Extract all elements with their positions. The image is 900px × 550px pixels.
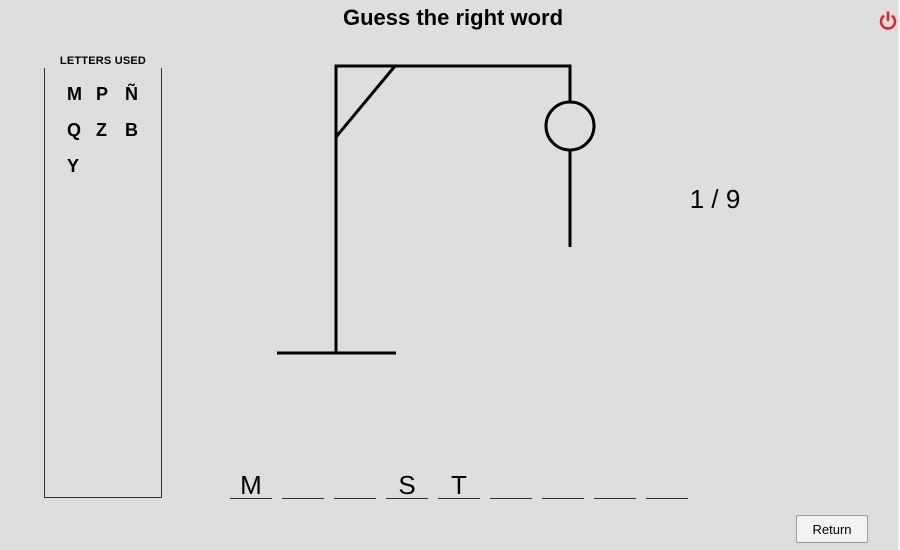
word-slot xyxy=(646,470,688,499)
word-slot xyxy=(334,470,376,499)
word-slot: T xyxy=(438,470,480,500)
word-slot xyxy=(594,470,636,499)
return-button[interactable]: Return xyxy=(796,515,868,543)
word-slot: M xyxy=(230,470,272,500)
word-slot: S xyxy=(386,470,428,500)
attempts-counter: 1 / 9 xyxy=(689,184,741,214)
hangman-drawing xyxy=(277,64,596,355)
gallows-brace xyxy=(334,65,397,138)
word-slot xyxy=(542,470,584,499)
word-slot xyxy=(282,470,324,499)
word-slot xyxy=(490,470,532,499)
word-slots: M S T xyxy=(230,470,698,500)
hangman-head xyxy=(544,100,596,152)
